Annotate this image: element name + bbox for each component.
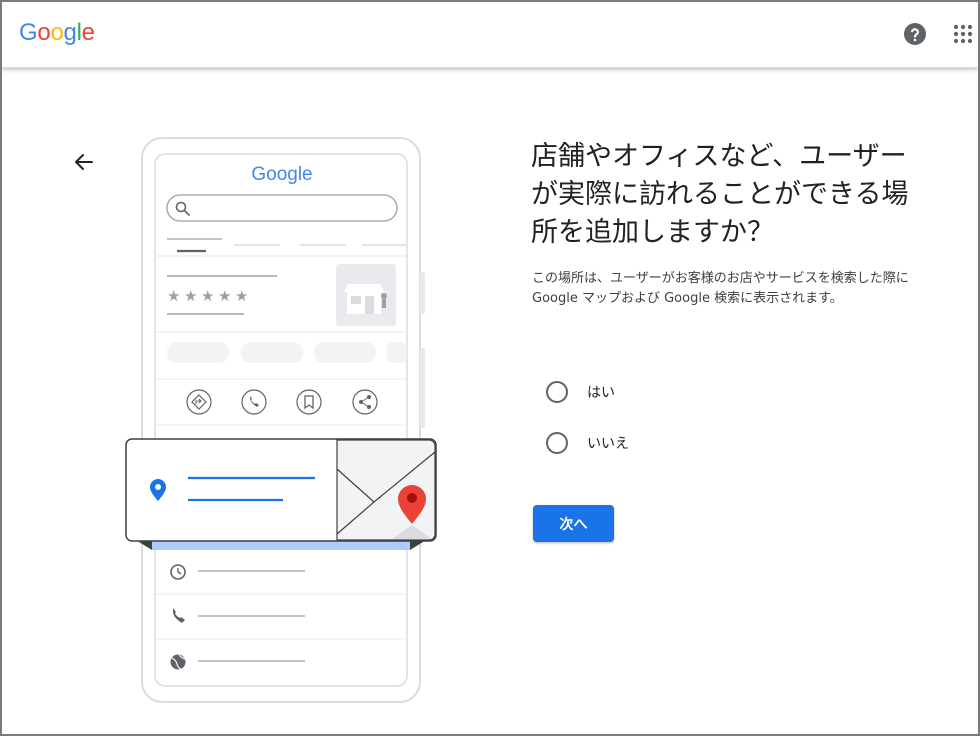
svg-text:★: ★ bbox=[235, 287, 248, 305]
logo-letter: g bbox=[63, 19, 77, 46]
page-frame: Google Google ★ ★ ★ ★ ★ 店舗やオフィスなど、ユーザーが実… bbox=[0, 0, 980, 736]
illustration-phone-icon bbox=[241, 389, 267, 415]
page-description: この場所は、ユーザーがお客様のお店やサービスを検索した際に Google マップ… bbox=[532, 271, 909, 306]
google-logo[interactable]: Google bbox=[19, 19, 95, 47]
svg-text:★: ★ bbox=[167, 287, 180, 305]
arrow-back-icon bbox=[75, 154, 93, 170]
illustration-directions-icon bbox=[186, 389, 212, 415]
radio-option-no[interactable]: いいえ bbox=[546, 432, 629, 454]
logo-letter: o bbox=[50, 19, 64, 46]
svg-text:★: ★ bbox=[201, 287, 214, 305]
help-button[interactable] bbox=[903, 22, 927, 46]
top-app-bar: Google bbox=[2, 2, 978, 68]
radio-label-no: いいえ bbox=[587, 436, 629, 452]
illustration-star-rating: ★ ★ ★ ★ ★ bbox=[167, 287, 248, 305]
illustration-logo: Google bbox=[251, 164, 312, 185]
next-button[interactable]: 次へ bbox=[533, 505, 614, 542]
illustration-globe-icon bbox=[170, 654, 186, 670]
apps-button[interactable] bbox=[951, 22, 975, 46]
page-title: 店舗やオフィスなど、ユーザーが実際に訪れることができる場所を追加しますか？ bbox=[531, 141, 909, 248]
illustration-share-icon bbox=[352, 389, 378, 415]
radio-button[interactable] bbox=[546, 381, 568, 403]
svg-text:★: ★ bbox=[184, 287, 197, 305]
radio-button[interactable] bbox=[546, 432, 568, 454]
logo-letter: G bbox=[19, 19, 38, 46]
illustration-bookmark-icon bbox=[296, 389, 322, 415]
logo-letter: e bbox=[81, 19, 95, 46]
radio-option-yes[interactable]: はい bbox=[546, 381, 615, 403]
help-circle-icon bbox=[904, 23, 926, 45]
business-profile-illustration: Google ★ ★ ★ ★ ★ bbox=[125, 137, 437, 703]
apps-grid-icon bbox=[953, 24, 973, 44]
back-button[interactable] bbox=[72, 150, 96, 174]
svg-text:★: ★ bbox=[218, 287, 231, 305]
illustration-search-bar bbox=[166, 194, 398, 222]
logo-letter: o bbox=[37, 19, 51, 46]
radio-label-yes: はい bbox=[587, 385, 615, 401]
